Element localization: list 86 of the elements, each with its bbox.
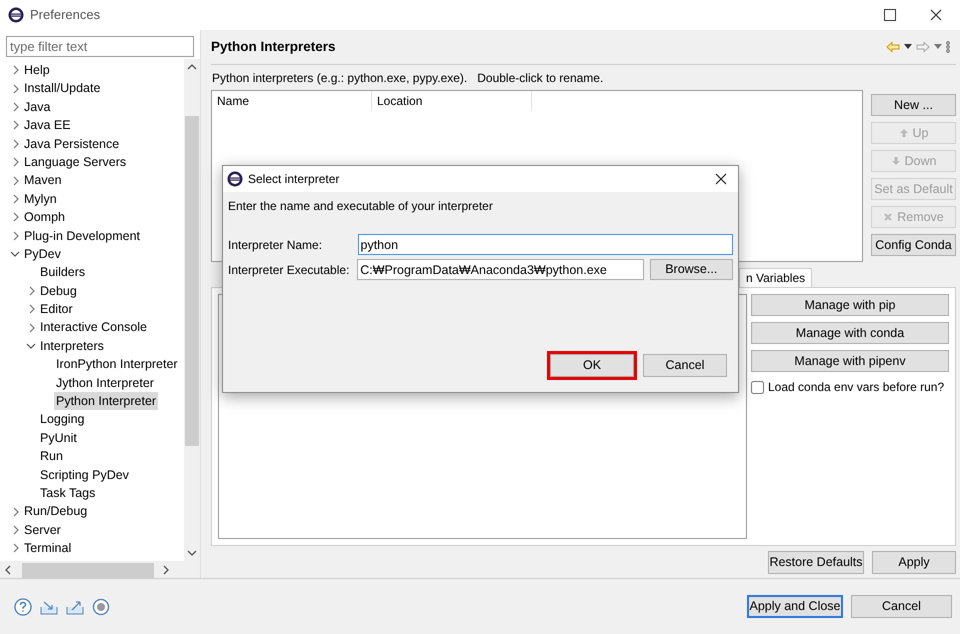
down-arrow-icon [890, 156, 901, 166]
dialog-title: Select interpreter [248, 171, 340, 188]
column-header[interactable]: Location [372, 91, 532, 111]
app-icon [8, 7, 24, 23]
tree-item[interactable]: Help [22, 61, 52, 80]
tree-item[interactable]: Plug-in Development [22, 226, 142, 245]
footer-button[interactable]: Apply and Close [747, 595, 843, 618]
tree-item[interactable]: Mylyn [22, 190, 59, 208]
dialog-button[interactable]: OK [550, 354, 634, 377]
tree-item[interactable]: Language Servers [22, 152, 128, 172]
collapsed-chevron-icon[interactable] [11, 84, 19, 94]
text-field[interactable]: python [358, 234, 733, 255]
tree-item[interactable]: PyDev [22, 244, 63, 264]
collapsed-chevron-icon[interactable] [11, 102, 19, 112]
tab[interactable]: n Variables [739, 268, 812, 287]
dialog-button[interactable]: Cancel [643, 354, 727, 377]
collapsed-chevron-icon[interactable] [11, 157, 19, 168]
tree-item[interactable]: Oomph [22, 208, 67, 227]
up-arrow-icon [898, 128, 908, 138]
horizontal-scrollbar[interactable] [0, 561, 200, 578]
tree-item[interactable]: Run [38, 447, 65, 466]
remove-icon [883, 212, 894, 222]
tree-item[interactable]: Logging [38, 410, 86, 429]
field-label: Interpreter Executable: [228, 262, 350, 278]
collapsed-chevron-icon[interactable] [11, 506, 19, 517]
collapsed-chevron-icon[interactable] [11, 212, 19, 222]
field-label: Interpreter Name: [228, 236, 324, 254]
tree-item[interactable]: Install/Update [22, 79, 102, 98]
tree-item[interactable]: Java Persistence [22, 134, 122, 153]
collapsed-chevron-icon[interactable] [11, 524, 19, 535]
tree-item[interactable]: Server [22, 520, 63, 540]
manage-button[interactable]: Manage with pip [751, 294, 949, 316]
expanded-chevron-icon[interactable] [26, 341, 36, 352]
footer-button[interactable]: Cancel [851, 595, 952, 618]
window-title: Preferences [30, 6, 102, 24]
maximize-icon[interactable] [884, 9, 896, 21]
text-field[interactable]: C:₩ProgramData₩Anaconda3₩python.exe [357, 259, 644, 280]
dropdown-icon[interactable] [904, 44, 912, 50]
description-text: Python interpreters (e.g.: python.exe, pypy.exe). Double-click to rename. [212, 70, 604, 87]
close-icon[interactable] [930, 9, 942, 21]
help-icon[interactable] [14, 598, 32, 616]
page-title: Python Interpreters [211, 38, 337, 56]
collapsed-chevron-icon[interactable] [27, 322, 35, 333]
collapsed-chevron-icon[interactable] [11, 230, 19, 241]
tree-item[interactable]: Java EE [22, 116, 73, 135]
tree-item[interactable]: PyUnit [38, 428, 79, 448]
tree-item[interactable]: Python Interpreter [54, 392, 158, 410]
tree-item[interactable]: Scripting PyDev [38, 466, 131, 484]
collapsed-chevron-icon[interactable] [11, 194, 19, 204]
tree-item[interactable]: Interactive Console [38, 318, 150, 337]
collapsed-chevron-icon[interactable] [11, 138, 19, 149]
column-header[interactable]: Name [212, 91, 372, 111]
checkbox[interactable] [751, 380, 764, 394]
tree-item[interactable]: Java [22, 98, 52, 116]
tree-item[interactable]: IronPython Interpreter [54, 355, 180, 374]
app-icon [227, 171, 243, 187]
tree-item[interactable]: Jython Interpreter [54, 374, 156, 392]
tree-item[interactable]: Debug [38, 282, 79, 300]
browse-button[interactable]: Browse... [650, 259, 733, 280]
filter-field[interactable]: type filter text [6, 36, 194, 57]
collapsed-chevron-icon[interactable] [11, 176, 19, 186]
manage-button[interactable]: Manage with pipenv [751, 350, 949, 372]
tree-item[interactable]: Builders [38, 263, 88, 282]
manage-button[interactable]: Manage with conda [751, 322, 949, 344]
tree-item[interactable]: Task Tags [38, 484, 98, 502]
side-button[interactable]: New ... [871, 94, 956, 116]
collapsed-chevron-icon[interactable] [11, 543, 19, 554]
dialog-message: Enter the name and executable of your interpreter [228, 198, 494, 215]
tree-item[interactable]: Terminal [22, 539, 74, 558]
tree-item[interactable]: Interpreters [38, 336, 106, 356]
menu-icon[interactable] [946, 41, 950, 53]
collapsed-chevron-icon[interactable] [11, 65, 19, 76]
page-button[interactable]: Apply [872, 551, 956, 574]
vertical-scrollbar[interactable] [184, 59, 200, 561]
close-icon[interactable] [715, 173, 727, 185]
page-button[interactable]: Restore Defaults [768, 551, 864, 574]
checkbox-label: Load conda env vars before run? [768, 379, 944, 396]
record-icon[interactable] [92, 598, 110, 616]
tree-item[interactable]: Editor [38, 300, 75, 318]
expanded-chevron-icon[interactable] [10, 249, 20, 260]
collapsed-chevron-icon[interactable] [11, 120, 19, 130]
collapsed-chevron-icon[interactable] [27, 304, 35, 314]
tree-item[interactable]: Maven [22, 171, 64, 190]
collapsed-chevron-icon[interactable] [27, 286, 35, 296]
side-button[interactable]: Config Conda [871, 234, 956, 256]
tree-item[interactable]: Run/Debug [22, 502, 90, 521]
